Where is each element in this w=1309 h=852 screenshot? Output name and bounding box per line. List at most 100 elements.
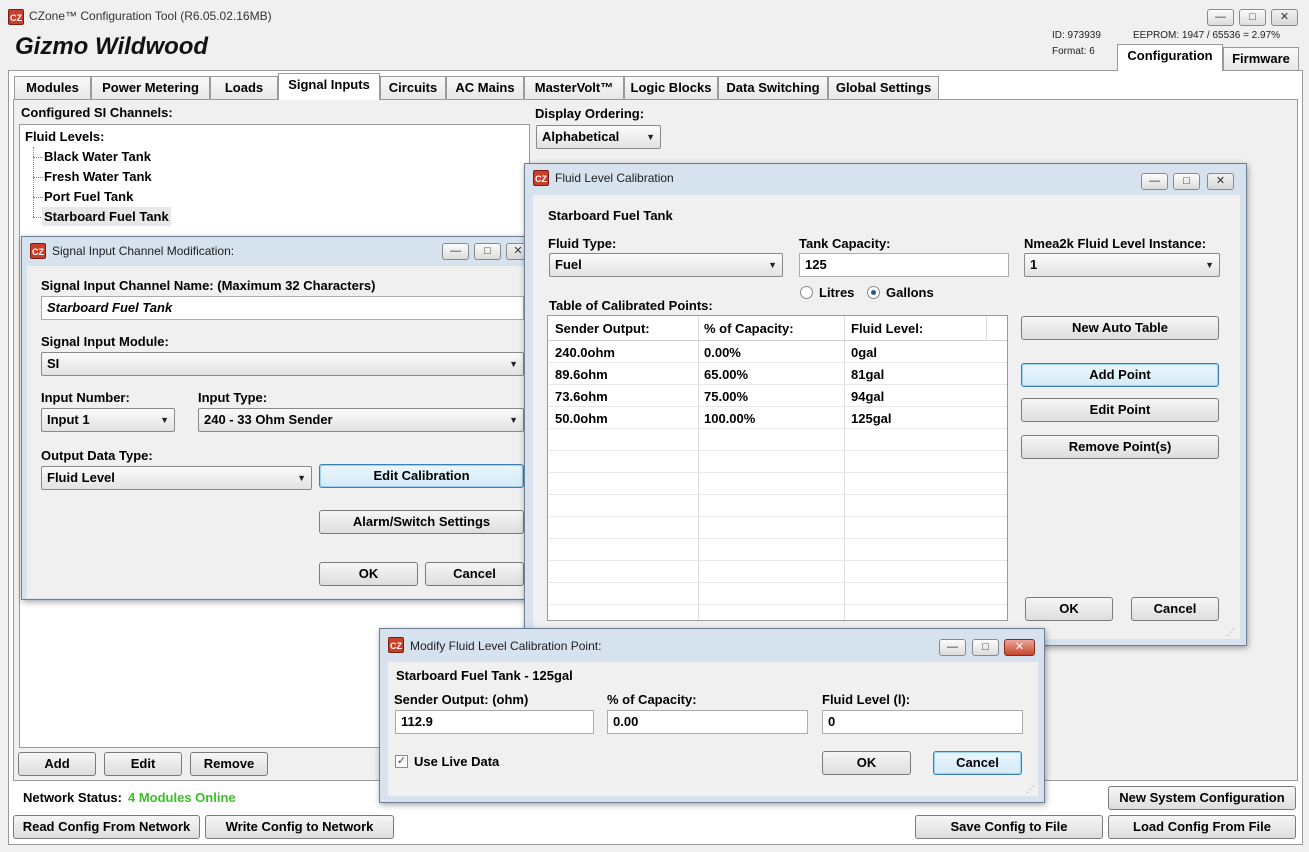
output-data-type-select[interactable]: Fluid Level ▼ [41,466,312,490]
write-config-button[interactable]: Write Config to Network [205,815,394,839]
mflcp-ok-button[interactable]: OK [822,751,911,775]
input-number-select[interactable]: Input 1 ▼ [41,408,175,432]
grid-line [548,560,1007,561]
mflcp-cancel-button[interactable]: Cancel [933,751,1022,775]
signal-input-module-select[interactable]: SI ▼ [41,352,524,376]
table-cell[interactable]: 75.00% [704,389,748,404]
edit-point-button[interactable]: Edit Point [1021,398,1219,422]
tab-label: Circuits [388,80,438,95]
tab-circuits[interactable]: Circuits [380,76,446,100]
flc-titlebar: CZ Fluid Level Calibration [525,164,1246,192]
tree-item-black-water-tank[interactable]: Black Water Tank [44,149,151,164]
tab-signal-inputs[interactable]: Signal Inputs [278,73,380,100]
resize-grip-icon[interactable]: ⋰ [1026,784,1036,794]
table-cell[interactable]: 240.0ohm [555,345,615,360]
gallons-radio[interactable] [867,286,880,299]
sicm-cancel-button[interactable]: Cancel [425,562,524,586]
minimize-icon[interactable]: — [939,639,966,656]
tree-item-fresh-water-tank[interactable]: Fresh Water Tank [44,169,152,184]
resize-grip-icon[interactable]: ⋰ [1226,627,1236,637]
load-config-button[interactable]: Load Config From File [1108,815,1296,839]
column-header-capacity[interactable]: % of Capacity: [704,321,794,336]
table-cell[interactable]: 125gal [851,411,891,426]
column-header-fluid-level[interactable]: Fluid Level: [851,321,923,336]
display-ordering-select[interactable]: Alphabetical ▼ [536,125,661,149]
maximize-icon[interactable]: □ [474,243,501,260]
table-cell[interactable]: 89.6ohm [555,367,608,382]
tab-firmware[interactable]: Firmware [1223,47,1299,71]
tab-loads[interactable]: Loads [210,76,278,100]
grid-line [548,384,1007,385]
new-auto-table-button[interactable]: New Auto Table [1021,316,1219,340]
save-config-button[interactable]: Save Config to File [915,815,1103,839]
table-cell[interactable]: 65.00% [704,367,748,382]
tank-capacity-input[interactable]: 125 [799,253,1009,277]
app-icon: CZ [388,637,404,653]
fluid-level-input[interactable]: 0 [822,710,1023,734]
app-icon: CZ [533,170,549,186]
use-live-data-checkbox[interactable]: ✓ [395,755,408,768]
grid-line [548,428,1007,429]
tab-data-switching[interactable]: Data Switching [718,76,828,100]
eeprom-usage: EEPROM: 1947 / 65536 = 2.97% [1133,30,1281,41]
mflcp-subtitle: Starboard Fuel Tank - 125gal [396,668,573,683]
close-icon[interactable]: ✕ [1004,639,1035,656]
sender-output-input[interactable]: 112.9 [395,710,594,734]
tree-group-fluid-levels[interactable]: Fluid Levels: [25,129,104,144]
network-status-value: 4 Modules Online [128,790,236,805]
tab-ac-mains[interactable]: AC Mains [446,76,524,100]
flc-ok-button[interactable]: OK [1025,597,1113,621]
sicm-body: Signal Input Channel Name: (Maximum 32 C… [27,266,532,598]
tab-global-settings[interactable]: Global Settings [828,76,939,100]
remove-channel-button[interactable]: Remove [190,752,268,776]
tank-capacity-label: Tank Capacity: [799,236,891,251]
column-header-sender-output[interactable]: Sender Output: [555,321,650,336]
read-config-button[interactable]: Read Config From Network [13,815,200,839]
table-cell[interactable]: 0gal [851,345,877,360]
maximize-icon[interactable]: □ [1173,173,1200,190]
add-channel-button[interactable]: Add [18,752,96,776]
tree-item-starboard-fuel-tank[interactable]: Starboard Fuel Tank [42,207,171,226]
tab-configuration[interactable]: Configuration [1117,44,1223,71]
minimize-icon[interactable]: — [1207,9,1234,26]
grid-line [548,494,1007,495]
close-icon[interactable]: ✕ [1271,9,1298,26]
channel-name-input[interactable]: Starboard Fuel Tank [41,296,524,320]
tab-logic-blocks[interactable]: Logic Blocks [624,76,718,100]
input-number-label: Input Number: [41,390,130,405]
maximize-icon[interactable]: □ [1239,9,1266,26]
minimize-icon[interactable]: — [442,243,469,260]
table-cell[interactable]: 81gal [851,367,884,382]
config-format: Format: 6 [1052,46,1095,57]
alarm-switch-settings-button[interactable]: Alarm/Switch Settings [319,510,524,534]
tab-mastervolt[interactable]: MasterVolt™ [524,76,624,100]
capacity-percent-input[interactable]: 0.00 [607,710,808,734]
tab-label: Global Settings [835,80,932,95]
maximize-icon[interactable]: □ [972,639,999,656]
grid-line [548,472,1007,473]
table-cell[interactable]: 94gal [851,389,884,404]
litres-radio[interactable] [800,286,813,299]
input-type-select[interactable]: 240 - 33 Ohm Sender ▼ [198,408,524,432]
tab-power-metering[interactable]: Power Metering [91,76,210,100]
minimize-icon[interactable]: — [1141,173,1168,190]
table-cell[interactable]: 73.6ohm [555,389,608,404]
close-icon[interactable]: ✕ [1207,173,1234,190]
tree-item-port-fuel-tank[interactable]: Port Fuel Tank [44,189,133,204]
remove-points-button[interactable]: Remove Point(s) [1021,435,1219,459]
table-cell[interactable]: 100.00% [704,411,755,426]
table-cell[interactable]: 50.0ohm [555,411,608,426]
use-live-data-label: Use Live Data [414,754,500,769]
tree-connector [33,157,43,158]
flc-cancel-button[interactable]: Cancel [1131,597,1219,621]
edit-channel-button[interactable]: Edit [104,752,182,776]
grid-line [548,516,1007,517]
sicm-ok-button[interactable]: OK [319,562,418,586]
fluid-type-select[interactable]: Fuel ▼ [549,253,783,277]
tab-modules[interactable]: Modules [14,76,91,100]
edit-calibration-button[interactable]: Edit Calibration [319,464,524,488]
table-cell[interactable]: 0.00% [704,345,741,360]
add-point-button[interactable]: Add Point [1021,363,1219,387]
nmea-instance-select[interactable]: 1 ▼ [1024,253,1220,277]
new-system-configuration-button[interactable]: New System Configuration [1108,786,1296,810]
